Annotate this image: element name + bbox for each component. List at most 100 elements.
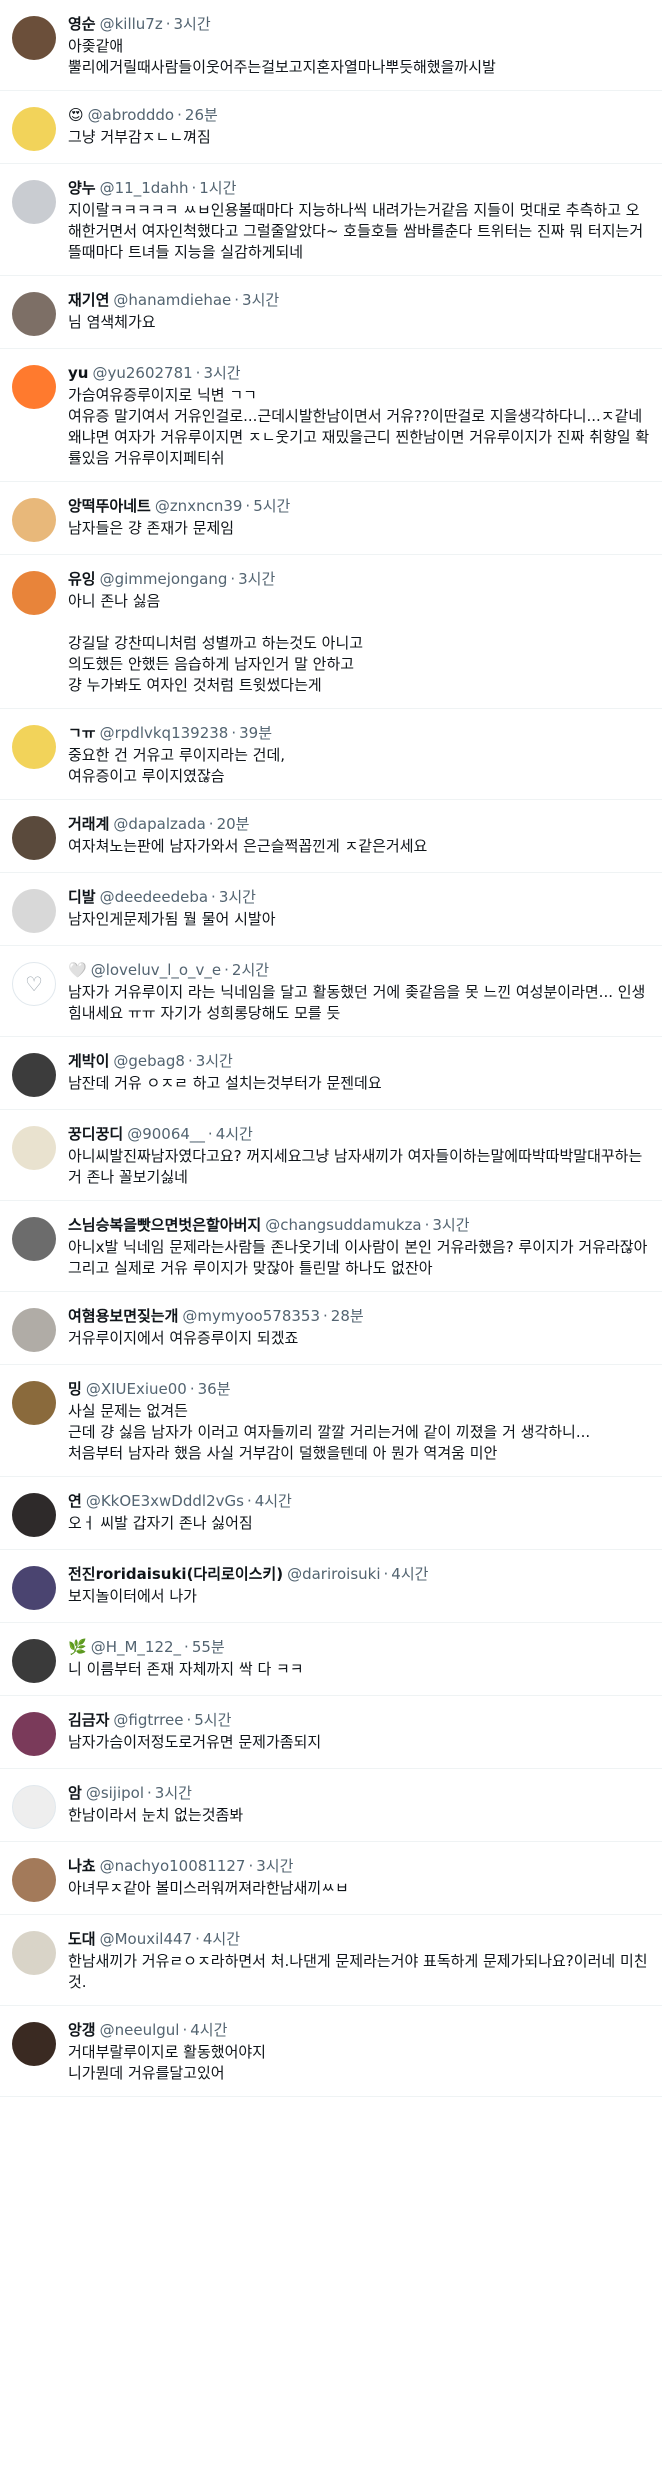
reply-tweet[interactable]: 꿍디꿍디 @90064__ · 4시간 아니씨발진짜남자였다고요? 꺼지세요그냥 남자새… [0, 1110, 662, 1201]
display-name[interactable]: 연 [68, 1491, 82, 1511]
user-handle[interactable]: @gebag8 [113, 1051, 185, 1071]
user-handle[interactable]: @11_1dahh [100, 178, 189, 198]
user-handle[interactable]: @nachyo10081127 [100, 1856, 246, 1876]
reply-tweet[interactable]: 앙갱 @neeulgul · 4시간 거대부랄루이지로 활동했어야지 니가뭔데 거유를달… [0, 2006, 662, 2097]
timestamp[interactable]: 3시간 [219, 887, 256, 907]
user-handle[interactable]: @dariroisuki [287, 1564, 380, 1584]
avatar[interactable] [12, 107, 56, 151]
user-handle[interactable]: @figtrree [113, 1710, 183, 1730]
reply-tweet[interactable]: 밍 @XIUExiue00 · 36분 사실 문제는 없겨든 근데 걍 싫음 남자가 이… [0, 1365, 662, 1477]
reply-tweet[interactable]: 양누 @11_1dahh · 1시간 지이랄ㅋㅋㅋㅋㅋ ㅆㅂ인용볼때마다 지능하나씩 내… [0, 164, 662, 276]
user-handle[interactable]: @abrodddo [88, 105, 174, 125]
timestamp[interactable]: 3시간 [174, 14, 211, 34]
avatar[interactable] [12, 725, 56, 769]
reply-tweet[interactable]: 😍 @abrodddo · 26분 그냥 거부감ㅈㄴㄴ껴짐 [0, 91, 662, 164]
avatar[interactable] [12, 1785, 56, 1829]
display-name[interactable]: 거래계 [68, 814, 109, 834]
reply-tweet[interactable]: 거래계 @dapalzada · 20분 여자쳐노는판에 남자가와서 은근슬쩍꼽낀게 ㅈ… [0, 800, 662, 873]
user-handle[interactable]: @killu7z [100, 14, 163, 34]
reply-tweet[interactable]: 🌿 @H_M_122_ · 55분 니 이름부터 존재 자체까지 싹 다 ㅋㅋ [0, 1623, 662, 1696]
timestamp[interactable]: 28분 [331, 1306, 364, 1326]
timestamp[interactable]: 4시간 [203, 1929, 240, 1949]
timestamp[interactable]: 4시간 [216, 1124, 253, 1144]
display-name[interactable]: 😍 [68, 105, 84, 125]
timestamp[interactable]: 3시간 [432, 1215, 469, 1235]
display-name[interactable]: 🌿 [68, 1637, 87, 1657]
avatar[interactable] [12, 1308, 56, 1352]
timestamp[interactable]: 20분 [217, 814, 250, 834]
user-handle[interactable]: @mymyoo578353 [182, 1306, 320, 1326]
user-handle[interactable]: @deedeedeba [100, 887, 208, 907]
reply-tweet[interactable]: 영순 @killu7z · 3시간 아좆같애 뿔리에거릴때사람들이웃어주는걸보고지혼자열… [0, 0, 662, 91]
timestamp[interactable]: 1시간 [199, 178, 236, 198]
avatar[interactable] [12, 816, 56, 860]
user-handle[interactable]: @gimmejongang [100, 569, 228, 589]
reply-tweet[interactable]: 도대 @Mouxil447 · 4시간 한남새끼가 거유ㄹㅇㅈ라하면서 처.나댄게 문제… [0, 1915, 662, 2006]
avatar[interactable] [12, 292, 56, 336]
display-name[interactable]: 꿍디꿍디 [68, 1124, 123, 1144]
reply-tweet[interactable]: 암 @sijipol · 3시간 한남이라서 눈치 없는것좀봐 [0, 1769, 662, 1842]
display-name[interactable]: 게박이 [68, 1051, 109, 1071]
timestamp[interactable]: 55분 [192, 1637, 225, 1657]
reply-tweet[interactable]: 나쵸 @nachyo10081127 · 3시간 아녀무ㅈ같아 볼미스러워꺼져라한남새끼… [0, 1842, 662, 1915]
display-name[interactable]: 여혐용보면짖는개 [68, 1306, 178, 1326]
reply-tweet[interactable]: 전진roridaisuki(다리로이스키) @dariroisuki · 4시간 보지놀… [0, 1550, 662, 1623]
reply-tweet[interactable]: 유잉 @gimmejongang · 3시간 아니 존나 싫음 강길달 강찬띠니처럼 성… [0, 555, 662, 709]
avatar[interactable]: ♡ [12, 962, 56, 1006]
timestamp[interactable]: 3시간 [155, 1783, 192, 1803]
user-handle[interactable]: @yu2602781 [92, 363, 192, 383]
display-name[interactable]: 밍 [68, 1379, 82, 1399]
avatar[interactable] [12, 365, 56, 409]
reply-tweet[interactable]: 여혐용보면짖는개 @mymyoo578353 · 28분 거유루이지에서 여유증루이지 … [0, 1292, 662, 1365]
user-handle[interactable]: @XIUExiue00 [86, 1379, 187, 1399]
display-name[interactable]: 나쵸 [68, 1856, 96, 1876]
timestamp[interactable]: 3시간 [203, 363, 240, 383]
timestamp[interactable]: 2시간 [232, 960, 269, 980]
display-name[interactable]: 재기연 [68, 290, 109, 310]
user-handle[interactable]: @neeulgul [100, 2020, 180, 2040]
display-name[interactable]: 영순 [68, 14, 96, 34]
avatar[interactable] [12, 1053, 56, 1097]
avatar[interactable] [12, 571, 56, 615]
avatar[interactable] [12, 1493, 56, 1537]
avatar[interactable] [12, 1217, 56, 1261]
reply-tweet[interactable]: 스님승복을빳으면벗은할아버지 @changsuddamukza · 3시간 아니x발 닉… [0, 1201, 662, 1292]
avatar[interactable] [12, 1381, 56, 1425]
user-handle[interactable]: @hanamdiehae [113, 290, 231, 310]
display-name[interactable]: 디발 [68, 887, 96, 907]
reply-tweet[interactable]: 재기연 @hanamdiehae · 3시간 님 염색체가요 [0, 276, 662, 349]
reply-tweet[interactable]: ♡ 🤍 @loveluv_l_o_v_e · 2시간 남자가 거유루이지 라는 닉네임을 … [0, 946, 662, 1037]
avatar[interactable] [12, 1126, 56, 1170]
timestamp[interactable]: 3시간 [242, 290, 279, 310]
display-name[interactable]: 앙갱 [68, 2020, 96, 2040]
user-handle[interactable]: @sijipol [86, 1783, 144, 1803]
user-handle[interactable]: @dapalzada [113, 814, 205, 834]
display-name[interactable]: 김금자 [68, 1710, 109, 1730]
timestamp[interactable]: 4시간 [391, 1564, 428, 1584]
timestamp[interactable]: 4시간 [255, 1491, 292, 1511]
reply-tweet[interactable]: yu @yu2602781 · 3시간 가슴여유증루이지로 닉변 ㄱㄱ 여유증 말기여서… [0, 349, 662, 482]
avatar[interactable] [12, 1639, 56, 1683]
timestamp[interactable]: 5시간 [253, 496, 290, 516]
avatar[interactable] [12, 180, 56, 224]
avatar[interactable] [12, 889, 56, 933]
timestamp[interactable]: 3시간 [196, 1051, 233, 1071]
display-name[interactable]: 도대 [68, 1929, 96, 1949]
avatar[interactable] [12, 16, 56, 60]
user-handle[interactable]: @rpdlvkq139238 [100, 723, 229, 743]
display-name[interactable]: 유잉 [68, 569, 96, 589]
user-handle[interactable]: @changsuddamukza [265, 1215, 421, 1235]
timestamp[interactable]: 3시간 [238, 569, 275, 589]
timestamp[interactable]: 3시간 [256, 1856, 293, 1876]
user-handle[interactable]: @Mouxil447 [100, 1929, 192, 1949]
timestamp[interactable]: 26분 [185, 105, 218, 125]
display-name[interactable]: 🤍 [68, 960, 87, 980]
reply-tweet[interactable]: 김금자 @figtrree · 5시간 남자가슴이저정도로거유면 문제가좀되지 [0, 1696, 662, 1769]
avatar[interactable] [12, 1858, 56, 1902]
avatar[interactable] [12, 1712, 56, 1756]
avatar[interactable] [12, 498, 56, 542]
display-name[interactable]: 전진roridaisuki(다리로이스키) [68, 1564, 283, 1584]
user-handle[interactable]: @KkOE3xwDddl2vGs [86, 1491, 244, 1511]
display-name[interactable]: 앙떡뚜아네트 [68, 496, 151, 516]
timestamp[interactable]: 39분 [239, 723, 272, 743]
